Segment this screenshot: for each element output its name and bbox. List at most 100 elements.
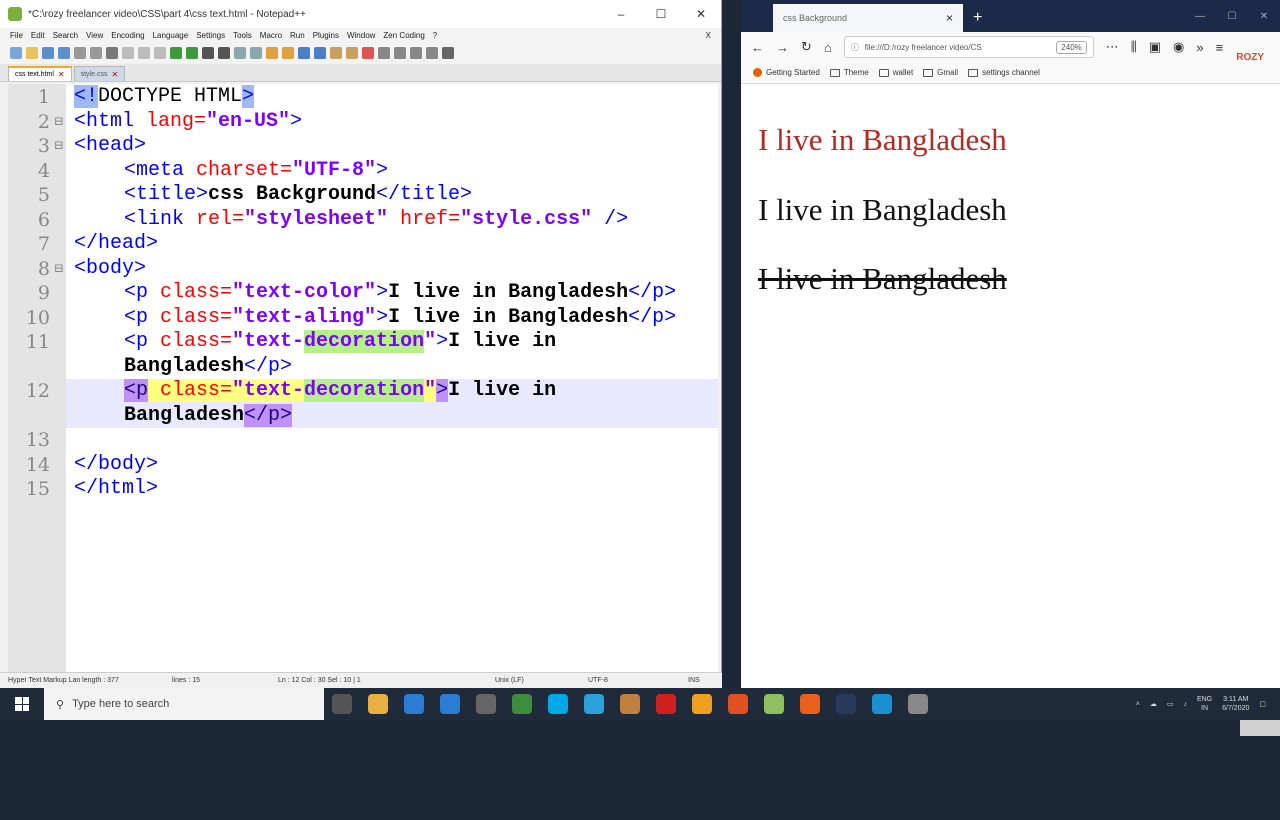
account-icon[interactable]: ◉	[1173, 39, 1184, 55]
code-editor[interactable]: 1 2 3 4 5 6 7 8 9 10 11 12 13 14 15 ⊟ ⊟ …	[8, 84, 718, 672]
task-view-icon[interactable]	[332, 694, 352, 714]
language-indicator[interactable]: ENG IN	[1197, 695, 1212, 713]
info-icon[interactable]: ⓘ	[851, 42, 859, 53]
show-all-chars-icon[interactable]	[298, 47, 310, 59]
copy-icon[interactable]	[138, 47, 150, 59]
ff-minimize-button[interactable]: —	[1184, 11, 1216, 22]
open-file-icon[interactable]	[26, 47, 38, 59]
bookmark-theme[interactable]: Theme	[829, 68, 869, 77]
zoom-in-icon[interactable]	[234, 47, 246, 59]
run-macro-icon[interactable]	[410, 47, 422, 59]
app-icon[interactable]	[620, 694, 640, 714]
file-explorer-icon[interactable]	[368, 694, 388, 714]
menu-macro[interactable]: Macro	[260, 31, 282, 40]
bookmark-wallet[interactable]: wallet	[878, 68, 913, 77]
menu-run[interactable]: Run	[290, 31, 305, 40]
firefox-taskbar-icon[interactable]	[800, 694, 820, 714]
close-button[interactable]: ✕	[681, 7, 721, 21]
cut-icon[interactable]	[122, 47, 134, 59]
ff-maximize-button[interactable]: ☐	[1216, 11, 1248, 22]
menu-encoding[interactable]: Encoding	[111, 31, 144, 40]
ff-close-button[interactable]: ✕	[1248, 11, 1280, 22]
spell-check-icon[interactable]	[442, 47, 454, 59]
url-bar[interactable]: ⓘ file:///D:/rozy freelancer video/CS 24…	[843, 36, 1094, 58]
undo-icon[interactable]	[170, 47, 182, 59]
menu-file[interactable]: File	[10, 31, 23, 40]
app-icon[interactable]	[692, 694, 712, 714]
menu-help[interactable]: ?	[433, 31, 437, 40]
network-icon[interactable]: ▭	[1167, 700, 1174, 708]
fold-marker-icon[interactable]: ⊟	[54, 114, 64, 128]
media-icon[interactable]	[476, 694, 496, 714]
bookmark-settings-channel[interactable]: settings channel	[968, 68, 1040, 77]
code-area[interactable]: <!DOCTYPE HTML> <html lang="en-US"> <hea…	[66, 84, 718, 672]
clock[interactable]: 3:11 AM 6/7/2020	[1222, 695, 1249, 713]
menu-tools[interactable]: Tools	[233, 31, 252, 40]
bookmark-gmail[interactable]: Gmail	[923, 68, 958, 77]
menu-edit[interactable]: Edit	[31, 31, 45, 40]
close-file-icon[interactable]	[74, 47, 86, 59]
menu-search[interactable]: Search	[53, 31, 78, 40]
app-icon[interactable]	[908, 694, 928, 714]
close-document-icon[interactable]: X	[706, 31, 711, 40]
fold-marker-icon[interactable]: ⊟	[54, 261, 64, 275]
back-arrow-icon[interactable]: ←	[751, 40, 764, 55]
volume-icon[interactable]: ♪	[1183, 701, 1187, 708]
paste-icon[interactable]	[154, 47, 166, 59]
menu-view[interactable]: View	[86, 31, 103, 40]
taskbar-search-box[interactable]: ⚲ Type here to search	[44, 688, 324, 720]
menu-settings[interactable]: Settings	[196, 31, 225, 40]
home-icon[interactable]: ⌂	[824, 40, 832, 55]
word-wrap-icon[interactable]	[282, 47, 294, 59]
notepadpp-taskbar-icon[interactable]	[764, 694, 784, 714]
page-actions-icon[interactable]: ⋯	[1106, 39, 1119, 55]
menu-window[interactable]: Window	[347, 31, 375, 40]
forward-arrow-icon[interactable]: →	[776, 40, 789, 55]
notification-icon[interactable]: ▢	[1259, 700, 1266, 708]
store-icon[interactable]	[404, 694, 424, 714]
ff-tab-close-icon[interactable]: ×	[946, 11, 953, 25]
mail-icon[interactable]	[440, 694, 460, 714]
redo-icon[interactable]	[186, 47, 198, 59]
record-macro-icon[interactable]	[362, 47, 374, 59]
skype-icon[interactable]	[548, 694, 568, 714]
menu-language[interactable]: Language	[153, 31, 189, 40]
play-macro-icon[interactable]	[394, 47, 406, 59]
tab-style-css[interactable]: style.css ✕	[73, 66, 126, 81]
indent-guide-icon[interactable]	[314, 47, 326, 59]
edge-icon[interactable]	[872, 694, 892, 714]
bookmark-getting-started[interactable]: Getting Started	[753, 68, 820, 77]
sync-scroll-icon[interactable]	[266, 47, 278, 59]
library-icon[interactable]: ⫼	[1131, 39, 1137, 55]
opera-icon[interactable]	[656, 694, 676, 714]
fold-marker-icon[interactable]: ⊟	[54, 138, 64, 152]
print-icon[interactable]	[106, 47, 118, 59]
tab-close-icon[interactable]: ✕	[58, 70, 65, 79]
reload-icon[interactable]: ↻	[801, 39, 812, 55]
menu-zen-coding[interactable]: Zen Coding	[383, 31, 424, 40]
save-macro-icon[interactable]	[426, 47, 438, 59]
tray-chevron-icon[interactable]: ˄	[1136, 701, 1140, 708]
tab-close-icon[interactable]: ✕	[111, 70, 118, 79]
stop-macro-icon[interactable]	[378, 47, 390, 59]
replace-icon[interactable]	[218, 47, 230, 59]
zoom-level-badge[interactable]: 240%	[1056, 40, 1087, 54]
close-all-icon[interactable]	[90, 47, 102, 59]
brave-icon[interactable]	[728, 694, 748, 714]
find-icon[interactable]	[202, 47, 214, 59]
telegram-icon[interactable]	[584, 694, 604, 714]
tab-css-text-html[interactable]: css text.html ✕	[8, 66, 72, 81]
save-all-icon[interactable]	[58, 47, 70, 59]
menu-plugins[interactable]: Plugins	[313, 31, 339, 40]
chrome-icon[interactable]	[512, 694, 532, 714]
start-button[interactable]	[0, 688, 44, 720]
minimize-button[interactable]: –	[601, 7, 641, 21]
doc-map-icon[interactable]	[330, 47, 342, 59]
cloud-icon[interactable]: ☁	[1150, 700, 1157, 708]
maximize-button[interactable]: ☐	[641, 7, 681, 21]
sidebar-icon[interactable]: ▣	[1149, 39, 1161, 55]
photoshop-icon[interactable]	[836, 694, 856, 714]
zoom-out-icon[interactable]	[250, 47, 262, 59]
new-file-icon[interactable]	[10, 47, 22, 59]
save-icon[interactable]	[42, 47, 54, 59]
